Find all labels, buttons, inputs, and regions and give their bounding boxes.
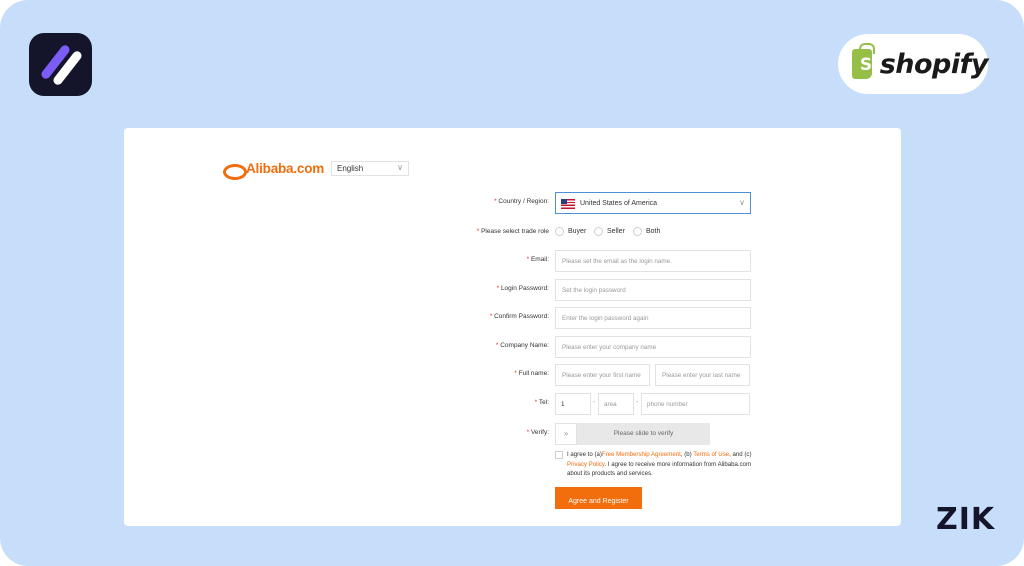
company-row: * Company Name: Please enter your compan… xyxy=(124,336,901,358)
shopify-bag-icon: S xyxy=(852,43,875,79)
chevron-down-icon: ∨ xyxy=(739,198,745,207)
full-name-label: Full name: xyxy=(518,370,549,377)
first-name-input[interactable]: Please enter your first name xyxy=(555,364,650,386)
verify-slider[interactable]: » Please slide to verify xyxy=(555,423,710,445)
password-input[interactable]: Set the login password xyxy=(555,279,751,301)
country-select[interactable]: United States of America ∨ xyxy=(555,192,751,214)
password-row: * Login Password: Set the login password xyxy=(124,279,901,301)
alibaba-logo[interactable]: Alibaba.com xyxy=(223,161,324,180)
app-logo-icon xyxy=(29,33,92,96)
trade-role-row: * Please select trade role Buyer Seller … xyxy=(476,227,661,236)
last-name-input[interactable]: Please enter your last name xyxy=(655,364,750,386)
slider-handle-icon[interactable]: » xyxy=(555,423,577,445)
company-label: Company Name: xyxy=(500,342,549,349)
tel-row: * Tel: 1 - area - phone number xyxy=(124,393,901,415)
us-flag-icon xyxy=(561,199,575,209)
language-select[interactable]: English ∨ xyxy=(331,161,409,176)
verify-label: Verify: xyxy=(530,429,549,436)
membership-agreement-link[interactable]: Free Membership Agreement xyxy=(602,451,681,458)
phone-number-input[interactable]: phone number xyxy=(641,393,750,415)
company-input[interactable]: Please enter your company name xyxy=(555,336,751,358)
agreement-checkbox[interactable] xyxy=(555,451,563,459)
agreement-text: I agree to (a)Free Membership Agreement,… xyxy=(567,451,752,477)
country-code-input[interactable]: 1 xyxy=(555,393,591,415)
full-name-row: * Full name: Please enter your first nam… xyxy=(124,364,901,386)
email-label: Email: xyxy=(530,256,549,263)
confirm-password-label: Confirm Password: xyxy=(494,313,549,320)
country-label: Country / Region: xyxy=(498,198,549,205)
verify-row: * Verify: » Please slide to verify xyxy=(124,423,901,445)
radio-buyer[interactable]: Buyer xyxy=(555,227,586,236)
confirm-password-row: * Confirm Password: Enter the login pass… xyxy=(124,307,901,329)
email-input[interactable]: Please set the email as the login name. xyxy=(555,250,751,272)
tel-label: Tel: xyxy=(538,399,549,406)
tel-separator: - xyxy=(593,399,596,406)
shopify-wordmark: shopify xyxy=(879,48,989,80)
country-row: * Country / Region: United States of Ame… xyxy=(124,192,901,214)
agreement-block: I agree to (a)Free Membership Agreement,… xyxy=(555,450,755,479)
privacy-policy-link[interactable]: Privacy Policy xyxy=(567,461,604,468)
slider-text: Please slide to verify xyxy=(613,430,674,437)
agree-and-register-button[interactable]: Agree and Register xyxy=(555,487,642,509)
zik-watermark: ZIK xyxy=(936,502,996,537)
radio-seller[interactable]: Seller xyxy=(594,227,625,236)
area-code-input[interactable]: area xyxy=(598,393,634,415)
radio-both[interactable]: Both xyxy=(633,227,660,236)
alibaba-smile-icon xyxy=(223,162,247,180)
password-label: Login Password: xyxy=(500,285,549,292)
confirm-password-input[interactable]: Enter the login password again xyxy=(555,307,751,329)
alibaba-registration-screenshot: Alibaba.com English ∨ * Country / Region… xyxy=(124,128,901,526)
trade-role-label: Please select trade role xyxy=(481,228,549,235)
tel-separator: - xyxy=(636,399,639,406)
chevron-down-icon: ∨ xyxy=(397,163,403,172)
shopify-logo-badge: S shopify xyxy=(838,34,989,94)
terms-of-use-link[interactable]: Terms of Use xyxy=(693,451,729,458)
email-row: * Email: Please set the email as the log… xyxy=(124,250,901,272)
